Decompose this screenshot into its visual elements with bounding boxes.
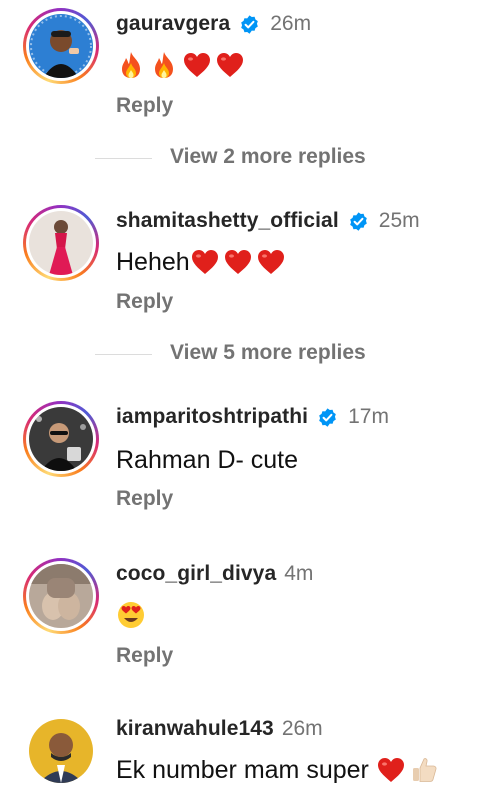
red-heart-icon [182, 50, 212, 80]
avatar-image [29, 14, 93, 78]
username[interactable]: gauravgera [116, 12, 230, 36]
username[interactable]: coco_girl_divya [116, 562, 276, 586]
avatar[interactable] [23, 713, 99, 789]
timestamp: 17m [348, 405, 389, 428]
red-heart-icon [376, 755, 406, 785]
red-heart-icon [223, 247, 253, 277]
comment-text: Rahman D- cute [116, 446, 299, 474]
fire-icon [149, 50, 179, 80]
heart-eyes-icon [116, 600, 146, 630]
red-heart-icon [215, 50, 245, 80]
avatar[interactable] [23, 8, 99, 84]
red-heart-icon [190, 247, 220, 277]
timestamp: 25m [378, 209, 420, 232]
timestamp: 4m [284, 562, 314, 585]
reply-button[interactable]: Reply [116, 290, 173, 314]
reply-button[interactable]: Reply [116, 94, 173, 118]
verified-badge-icon [317, 407, 338, 428]
avatar-image [29, 211, 93, 275]
view-more-replies-label[interactable]: View 2 more replies [170, 145, 366, 169]
view-more-replies-label[interactable]: View 5 more replies [170, 341, 366, 365]
comment-body: Rahman D- cute [116, 446, 298, 475]
thumbs-up-icon [409, 755, 439, 785]
comment-body [116, 50, 248, 80]
verified-badge-icon [348, 211, 369, 232]
avatar[interactable] [23, 401, 99, 477]
avatar-image [29, 719, 93, 783]
timestamp: 26m [270, 12, 312, 35]
timestamp: 26m [281, 717, 323, 740]
verified-badge-icon [239, 14, 260, 35]
avatar[interactable] [23, 558, 99, 634]
view-more-replies[interactable]: View 5 more replies [0, 339, 501, 369]
comment-text: Heheh [116, 247, 190, 276]
avatar[interactable] [23, 205, 99, 281]
divider [95, 354, 152, 355]
username[interactable]: kiranwahule143 [116, 717, 274, 741]
comment-body: Ek number mam super [116, 755, 442, 785]
avatar-image [29, 564, 93, 628]
view-more-replies[interactable]: View 2 more replies [0, 143, 501, 173]
username[interactable]: iamparitoshtripathi [116, 405, 308, 429]
username[interactable]: shamitashetty_official [116, 209, 339, 233]
divider [95, 158, 152, 159]
comment-body [116, 600, 149, 630]
comment-text: Ek number mam super [116, 755, 376, 784]
avatar-image [29, 407, 93, 471]
fire-icon [116, 50, 146, 80]
comment-body: Heheh [116, 247, 289, 277]
red-heart-icon [256, 247, 286, 277]
reply-button[interactable]: Reply [116, 644, 173, 668]
reply-button[interactable]: Reply [116, 487, 173, 511]
